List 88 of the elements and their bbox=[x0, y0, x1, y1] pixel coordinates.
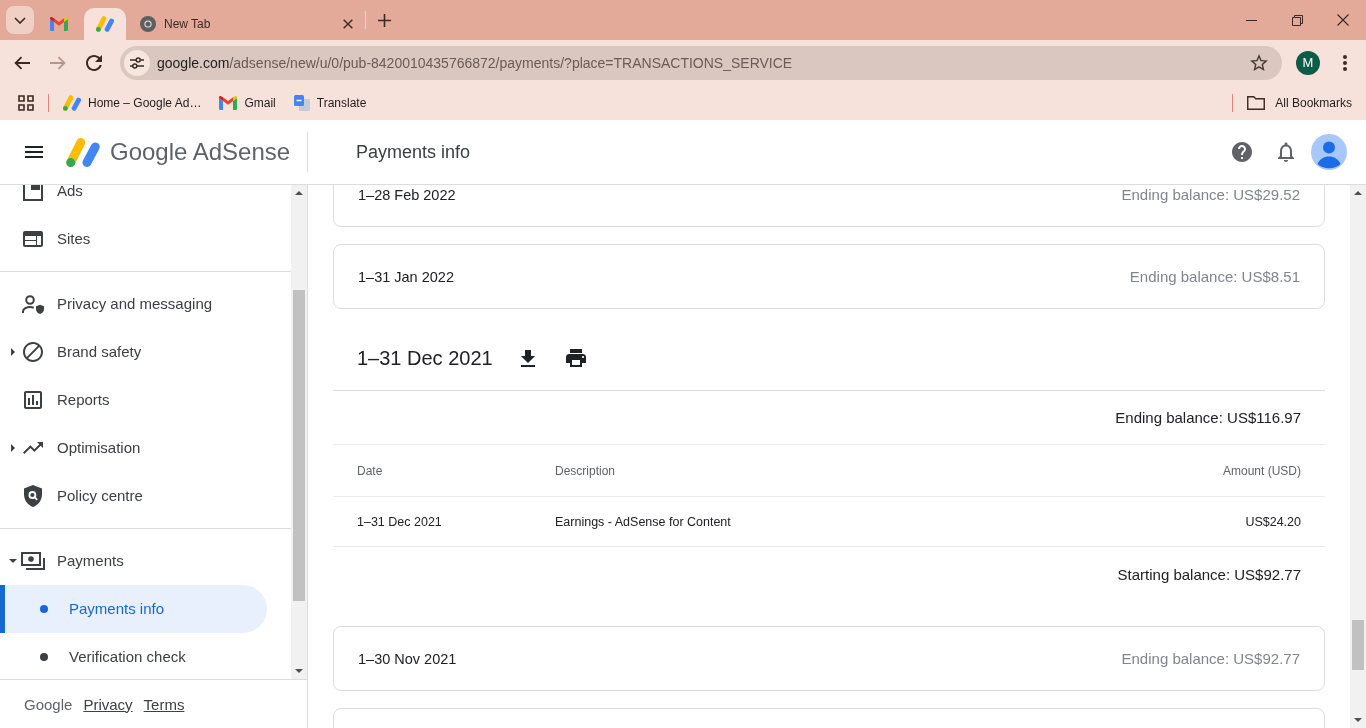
shield-search-icon bbox=[24, 485, 42, 507]
table-cell: US$24.20 bbox=[1245, 514, 1301, 529]
address-bar[interactable]: google.com/adsense/new/u/0/pub-8420010435766872/payments/?place=TRANSACTIONS_SERVICE bbox=[120, 45, 1282, 80]
balance-text: Ending balance: US$8.51 bbox=[1129, 268, 1300, 285]
sidebar-item[interactable]: Policy centre bbox=[0, 472, 267, 520]
bookmark-item[interactable]: Gmail bbox=[213, 91, 282, 114]
column-header: Amount (USD) bbox=[1222, 463, 1301, 478]
tune-icon bbox=[130, 56, 144, 69]
ad-frame-icon bbox=[23, 185, 43, 201]
column-header: Date bbox=[357, 463, 384, 478]
logo-icon bbox=[96, 16, 114, 32]
person-shield-icon bbox=[22, 294, 44, 314]
sidebar-item[interactable]: Reports bbox=[0, 376, 267, 424]
footer-link[interactable]: Privacy bbox=[83, 695, 133, 713]
caret-right-icon[interactable] bbox=[11, 348, 15, 356]
statement-card[interactable]: 1–28 Feb 2022 Ending balance: US$29.52 bbox=[333, 185, 1325, 227]
bookmark-folder[interactable]: All Bookmarks bbox=[1241, 91, 1352, 114]
sidebar-item[interactable]: Payments bbox=[0, 537, 267, 585]
period-text: 1–30 Nov 2021 bbox=[358, 650, 457, 667]
translate-icon bbox=[293, 94, 310, 111]
tab-search-button[interactable] bbox=[6, 6, 34, 34]
caret-right-icon[interactable] bbox=[11, 444, 15, 452]
mail-icon bbox=[219, 95, 238, 110]
bar-chart-icon bbox=[24, 391, 42, 409]
caret-down-icon[interactable] bbox=[9, 559, 17, 563]
bullet-dot-icon bbox=[40, 605, 48, 613]
trending-up-icon bbox=[23, 442, 43, 454]
minimize-icon[interactable] bbox=[1245, 19, 1257, 21]
logo-icon bbox=[63, 94, 81, 111]
footer-brand: Google bbox=[24, 695, 73, 713]
column-header: Description bbox=[555, 463, 617, 478]
close-icon[interactable] bbox=[1337, 14, 1349, 26]
caret-up-icon[interactable] bbox=[295, 191, 303, 195]
sidebar-item[interactable]: Privacy and messaging bbox=[0, 280, 267, 328]
mail-icon bbox=[50, 17, 68, 31]
statement-title[interactable]: 1–31 Dec 2021 bbox=[357, 346, 493, 370]
more-icon[interactable] bbox=[1343, 54, 1347, 71]
sidebar-item[interactable]: Payments info bbox=[0, 585, 267, 633]
sidebar-item[interactable]: Verification check bbox=[0, 633, 267, 679]
profile-button[interactable]: M bbox=[1296, 50, 1320, 75]
site-info-button[interactable] bbox=[124, 49, 150, 76]
period-text: 1–28 Feb 2022 bbox=[358, 186, 456, 203]
sidebar-item[interactable]: Brand safety bbox=[0, 328, 267, 376]
period-text: 1–31 Jan 2022 bbox=[358, 268, 454, 285]
table-cell-text: Earnings - AdSense for Content bbox=[555, 514, 732, 529]
close-icon[interactable] bbox=[343, 19, 353, 29]
help-icon[interactable] bbox=[1232, 142, 1252, 162]
chevron-down-icon bbox=[14, 16, 26, 24]
sidebar-item[interactable]: Optimisation bbox=[0, 424, 267, 472]
print-icon[interactable] bbox=[565, 349, 586, 367]
balance-text: Ending balance: US$29.52 bbox=[1121, 186, 1300, 203]
reload-icon[interactable] bbox=[86, 54, 102, 71]
balance-text: Ending balance: US$92.77 bbox=[1121, 650, 1300, 667]
bullet-dot-icon bbox=[40, 653, 48, 661]
download-icon[interactable] bbox=[520, 349, 535, 367]
bookmark-item[interactable]: Translate bbox=[287, 90, 373, 115]
block-icon bbox=[23, 342, 43, 362]
statement-card[interactable]: 1–30 Nov 2021 Ending balance: US$92.77 bbox=[333, 626, 1325, 691]
sidebar-item[interactable]: Sites bbox=[0, 215, 267, 263]
circle-logo-icon bbox=[140, 16, 156, 32]
scrollbar-thumb[interactable] bbox=[1352, 620, 1364, 670]
caret-down-icon[interactable] bbox=[1354, 718, 1362, 722]
table-cell-text: 1–31 Dec 2021 bbox=[357, 514, 443, 529]
statement-card[interactable]: 1–31 Jan 2022 Ending balance: US$8.51 bbox=[333, 244, 1325, 309]
back-icon[interactable] bbox=[14, 55, 30, 70]
scrollbar-thumb[interactable] bbox=[293, 290, 305, 601]
banknote-icon bbox=[21, 552, 45, 570]
star-icon[interactable] bbox=[1250, 54, 1268, 71]
logo-icon bbox=[66, 137, 100, 167]
apps-icon[interactable] bbox=[18, 94, 34, 111]
notifications-icon[interactable] bbox=[1278, 142, 1294, 162]
page-title: Payments info bbox=[356, 141, 471, 163]
starting-balance-text: Starting balance: US$92.77 bbox=[1117, 565, 1301, 583]
folder-icon bbox=[1247, 95, 1266, 110]
avatar-icon[interactable] bbox=[1311, 134, 1347, 170]
footer-link[interactable]: Terms bbox=[143, 695, 185, 713]
caret-down-icon[interactable] bbox=[295, 669, 303, 673]
menu-icon[interactable] bbox=[25, 146, 43, 158]
browser-tab[interactable]: New Tab bbox=[130, 8, 365, 40]
restore-icon[interactable] bbox=[1291, 14, 1303, 26]
web-layout-icon bbox=[23, 231, 43, 247]
bookmark-item[interactable]: Home – Google Ad… bbox=[57, 90, 208, 115]
product-name: Google AdSense bbox=[110, 138, 291, 166]
plus-icon[interactable] bbox=[377, 13, 391, 27]
caret-up-icon[interactable] bbox=[1354, 191, 1362, 195]
browser-tab[interactable] bbox=[84, 8, 126, 40]
sidebar-item[interactable]: Ads bbox=[0, 185, 267, 215]
ending-balance-text: Ending balance: US$116.97 bbox=[1115, 409, 1301, 426]
